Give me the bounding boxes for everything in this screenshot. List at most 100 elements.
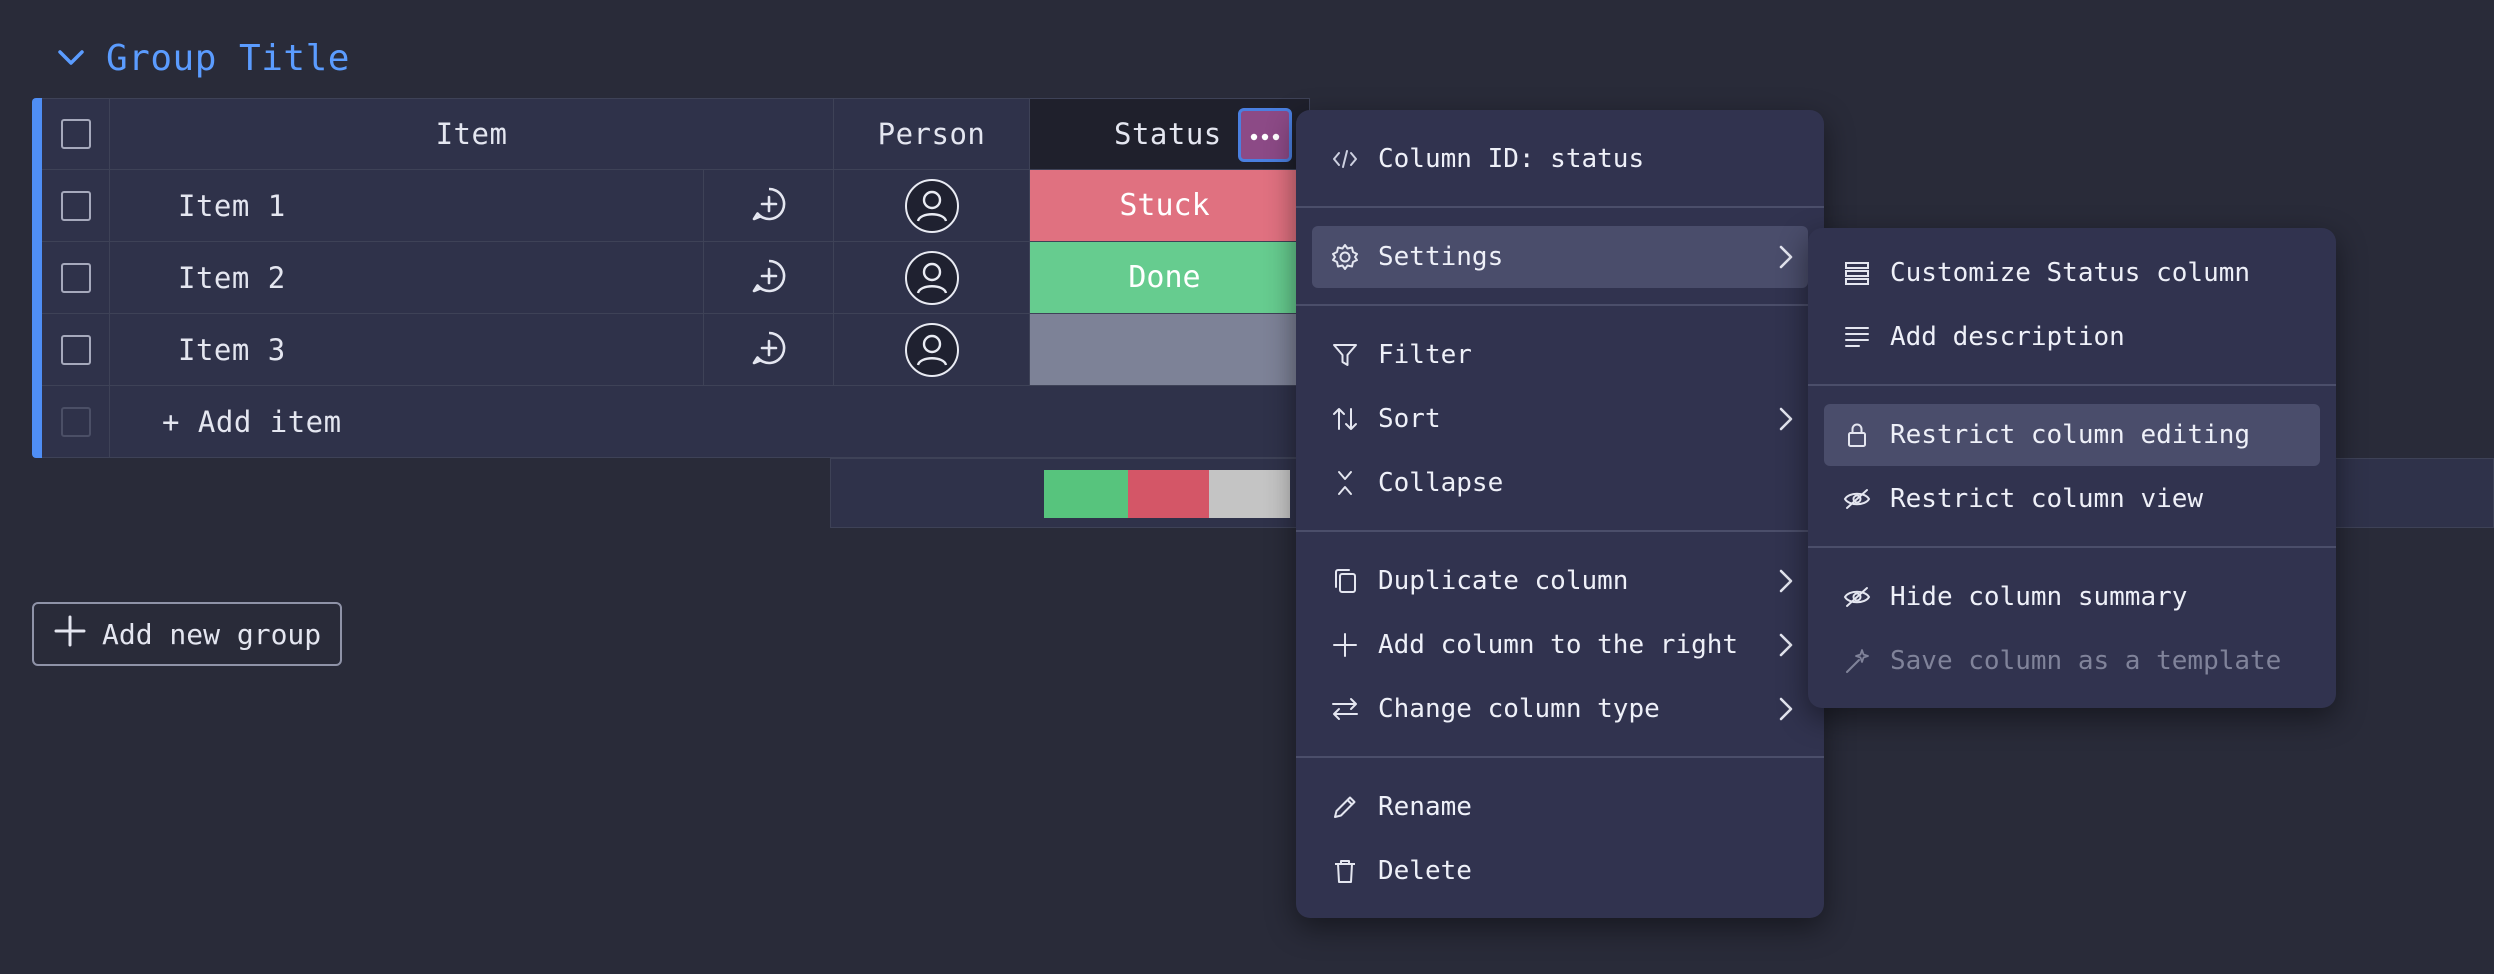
menu-item-label: Filter (1378, 340, 1472, 370)
add-update-icon[interactable] (751, 186, 787, 226)
item-name[interactable]: Item 3 (110, 314, 704, 386)
row-checkbox[interactable] (60, 262, 91, 293)
menu-divider (1296, 530, 1824, 532)
chevron-down-icon[interactable] (58, 50, 84, 66)
menu-item-filter[interactable]: Filter (1312, 324, 1808, 386)
column-header-item[interactable]: Item (110, 98, 834, 170)
menu-item-add-description[interactable]: Add description (1824, 306, 2320, 368)
menu-item-label: Change column type (1378, 694, 1660, 724)
menu-item-settings[interactable]: Settings (1312, 226, 1808, 288)
row-select-cell (42, 170, 110, 242)
menu-item-label: Settings (1378, 242, 1504, 272)
menu-item-label: Collapse (1378, 468, 1504, 498)
menu-item-restrict-view[interactable]: Restrict column view (1824, 468, 2320, 530)
chevron-right-icon (1778, 631, 1794, 666)
group-title[interactable]: Group Title (106, 38, 350, 79)
menu-item-label: Delete (1378, 856, 1472, 886)
item-name[interactable]: Item 2 (110, 242, 704, 314)
pencil-icon (1330, 792, 1360, 822)
menu-item-delete[interactable]: Delete (1312, 840, 1808, 902)
menu-divider (1296, 206, 1824, 208)
summary-segment (1128, 470, 1209, 518)
menu-item-label: Add column to the right (1378, 630, 1739, 660)
person-cell[interactable] (834, 242, 1030, 314)
add-new-group-button[interactable]: Add new group (32, 602, 342, 666)
chevron-right-icon (1778, 243, 1794, 278)
add-update-icon[interactable] (751, 330, 787, 370)
eye-off-icon (1842, 582, 1872, 612)
copy-icon (1330, 566, 1360, 596)
menu-item-label: Duplicate column (1378, 566, 1629, 596)
menu-item-label: Hide column summary (1890, 582, 2188, 612)
menu-item-duplicate[interactable]: Duplicate column (1312, 550, 1808, 612)
row-checkbox (60, 406, 91, 437)
add-update-icon[interactable] (751, 258, 787, 298)
menu-item-customize-status[interactable]: Customize Status column (1824, 242, 2320, 304)
settings-submenu: Customize Status column Add description … (1808, 228, 2336, 708)
avatar (904, 178, 959, 233)
item-name[interactable]: Item 1 (110, 170, 704, 242)
summary-segment (1044, 470, 1128, 518)
status-cell[interactable]: Done (1030, 242, 1300, 314)
collapse-icon (1330, 468, 1360, 498)
code-icon (1330, 144, 1360, 174)
person-cell[interactable] (834, 170, 1030, 242)
menu-item-label: Rename (1378, 792, 1472, 822)
menu-divider (1296, 304, 1824, 306)
menu-item-column-id: Column ID: status (1312, 128, 1808, 190)
menu-item-add-column-right[interactable]: Add column to the right (1312, 614, 1808, 676)
summary-segment (1209, 470, 1290, 518)
group-color-bar (32, 98, 42, 458)
row-checkbox[interactable] (60, 190, 91, 221)
status-cell[interactable]: Stuck (1030, 170, 1300, 242)
select-all-checkbox[interactable] (60, 119, 91, 149)
person-cell[interactable] (834, 314, 1030, 386)
plus-icon (54, 615, 86, 654)
status-cell[interactable] (1030, 314, 1300, 386)
avatar (904, 250, 959, 305)
swap-icon (1330, 694, 1360, 724)
menu-item-hide-summary[interactable]: Hide column summary (1824, 566, 2320, 628)
row-select-cell (42, 314, 110, 386)
more-dots-icon (1250, 126, 1280, 145)
chevron-right-icon (1778, 567, 1794, 602)
menu-item-change-type[interactable]: Change column type (1312, 678, 1808, 740)
menu-item-label: Column ID: status (1378, 144, 1645, 174)
row-select-cell (42, 386, 110, 458)
row-checkbox[interactable] (60, 334, 91, 365)
plus-icon (1330, 630, 1360, 660)
add-new-group-label: Add new group (102, 617, 322, 651)
menu-item-label: Add description (1890, 322, 2125, 352)
menu-item-label: Customize Status column (1890, 258, 2251, 288)
chevron-right-icon (1778, 695, 1794, 730)
column-header-person[interactable]: Person (834, 98, 1030, 170)
add-item-input[interactable]: + Add item (110, 386, 1310, 458)
menu-item-label: Save column as a template (1890, 646, 2282, 676)
menu-item-collapse[interactable]: Collapse (1312, 452, 1808, 514)
sort-icon (1330, 404, 1360, 434)
menu-divider (1808, 546, 2336, 548)
menu-item-label: Restrict column view (1890, 484, 2204, 514)
eye-off-icon (1842, 484, 1872, 514)
menu-divider (1296, 756, 1824, 758)
menu-item-sort[interactable]: Sort (1312, 388, 1808, 450)
list-settings-icon (1842, 258, 1872, 288)
updates-cell (704, 242, 834, 314)
description-icon (1842, 322, 1872, 352)
updates-cell (704, 170, 834, 242)
filter-icon (1330, 340, 1360, 370)
magic-wand-icon (1842, 646, 1872, 676)
row-select-cell (42, 242, 110, 314)
trash-icon (1330, 856, 1360, 886)
column-menu-button[interactable] (1238, 108, 1292, 162)
menu-item-label: Restrict column editing (1890, 420, 2251, 450)
menu-divider (1808, 384, 2336, 386)
column-options-menu: Column ID: status Settings Filter Sort C… (1296, 110, 1824, 918)
group-header: Group Title (58, 30, 350, 86)
chevron-right-icon (1778, 405, 1794, 440)
menu-item-save-template: Save column as a template (1824, 630, 2320, 692)
updates-cell (704, 314, 834, 386)
menu-item-restrict-editing[interactable]: Restrict column editing (1824, 404, 2320, 466)
menu-item-rename[interactable]: Rename (1312, 776, 1808, 838)
lock-icon (1842, 420, 1872, 450)
